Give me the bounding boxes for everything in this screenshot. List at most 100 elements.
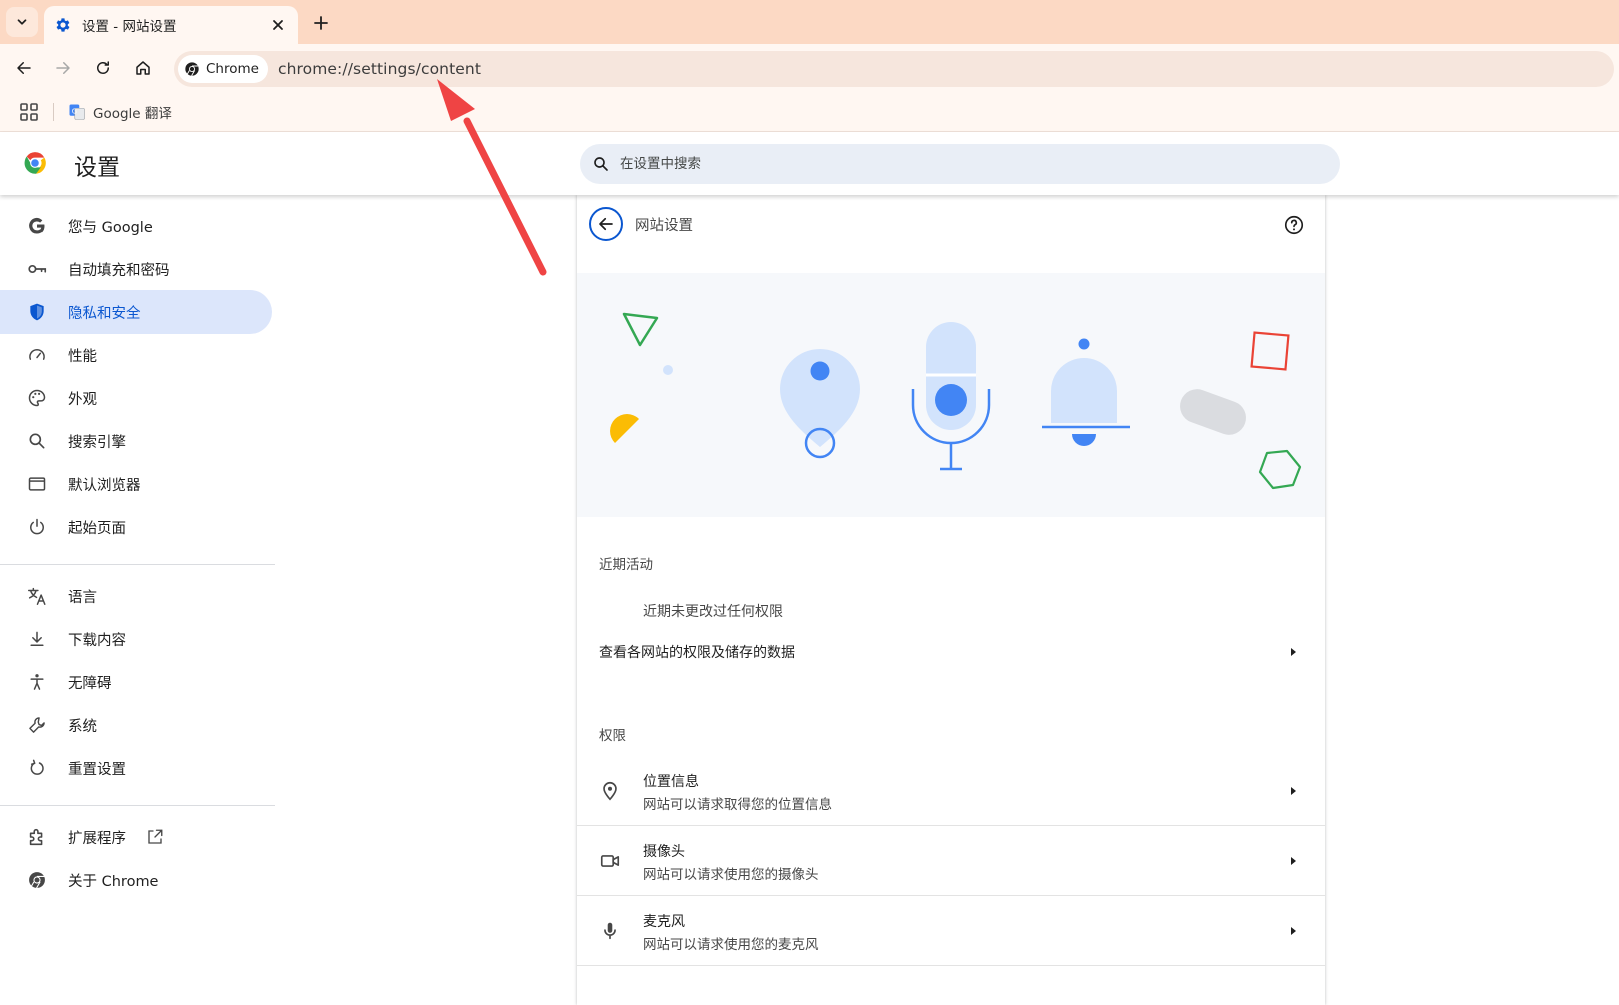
sidebar-item-label: 默认浏览器: [68, 477, 141, 494]
tab-search-button[interactable]: [6, 7, 38, 37]
accessibility-icon: [26, 671, 48, 693]
sidebar-item-languages[interactable]: 语言: [0, 574, 272, 618]
search-icon: [26, 430, 48, 452]
settings-search[interactable]: [580, 144, 1340, 184]
translate-icon: [26, 585, 48, 607]
tab-close-button[interactable]: [268, 15, 288, 35]
google-translate-icon: G: [69, 104, 85, 120]
apps-button[interactable]: [18, 101, 40, 123]
sidebar-item-label: 关于 Chrome: [68, 873, 159, 890]
arrow-right-icon: [56, 62, 70, 74]
site-settings-card: 网站设置 近期活动 近期未更改过任何权限 查看各网站的权限及储存的数据 权限 位…: [577, 195, 1325, 1005]
microphone-illustration: [911, 322, 991, 471]
sidebar-item-label: 系统: [68, 718, 97, 735]
site-chip-label: Chrome: [206, 61, 259, 77]
sidebar-item-label: 扩展程序: [68, 830, 126, 847]
view-all-site-data-link[interactable]: 查看各网站的权限及储存的数据: [577, 629, 1325, 675]
help-button[interactable]: [1283, 214, 1305, 236]
sidebar-item-privacy[interactable]: 隐私和安全: [0, 290, 272, 334]
reload-button[interactable]: [89, 54, 117, 82]
address-bar[interactable]: Chrome chrome://settings/content: [174, 51, 1614, 87]
triangle-right-icon: [1291, 648, 1296, 656]
permission-row-camera[interactable]: 摄像头 网站可以请求使用您的摄像头: [577, 826, 1325, 896]
sidebar-item-label: 语言: [68, 589, 97, 606]
permission-title: 摄像头: [643, 844, 685, 860]
sidebar-item-label: 隐私和安全: [68, 305, 141, 322]
reset-icon: [26, 757, 48, 779]
bookmarks-separator: [53, 103, 54, 121]
settings-sidebar: 您与 Google 自动填充和密码 隐私和安全 性能 外观 搜索引擎 默认浏览器…: [0, 195, 275, 1005]
apps-grid-icon: [20, 103, 38, 121]
sidebar-item-autofill[interactable]: 自动填充和密码: [0, 247, 272, 291]
bookmark-label: Google 翻译: [93, 106, 172, 122]
chrome-logo-icon: [26, 869, 48, 891]
sidebar-item-label: 自动填充和密码: [68, 262, 170, 279]
sidebar-item-label: 无障碍: [68, 675, 112, 692]
sidebar-divider: [0, 564, 275, 565]
google-g-icon: [26, 215, 48, 237]
sidebar-item-label: 重置设置: [68, 761, 126, 778]
gear-icon: [56, 18, 70, 32]
sidebar-divider: [0, 805, 275, 806]
reload-icon: [97, 61, 109, 74]
permission-title: 麦克风: [643, 914, 685, 930]
permission-subtitle: 网站可以请求使用您的摄像头: [643, 867, 819, 883]
home-button[interactable]: [129, 54, 157, 82]
sidebar-item-label: 下载内容: [68, 632, 126, 649]
forward-button[interactable]: [49, 54, 77, 82]
sidebar-item-default-browser[interactable]: 默认浏览器: [0, 462, 272, 506]
new-tab-button[interactable]: [308, 10, 334, 36]
sidebar-item-search-engine[interactable]: 搜索引擎: [0, 419, 272, 463]
sidebar-item-system[interactable]: 系统: [0, 703, 272, 747]
back-arrow-button[interactable]: [589, 207, 623, 241]
sidebar-item-about-chrome[interactable]: 关于 Chrome: [0, 858, 272, 902]
location-pin-illustration: [780, 349, 860, 459]
section-title: 网站设置: [635, 218, 693, 234]
sidebar-item-label: 性能: [68, 348, 97, 365]
chrome-logo-icon: [185, 62, 199, 76]
power-icon: [26, 516, 48, 538]
arrow-left-icon: [17, 62, 31, 74]
hexagon-shape: [1258, 449, 1302, 490]
dot-shape: [663, 365, 673, 375]
sidebar-item-on-startup[interactable]: 起始页面: [0, 505, 272, 549]
pill-shape: [1180, 389, 1246, 435]
sidebar-item-appearance[interactable]: 外观: [0, 376, 272, 420]
sidebar-item-downloads[interactable]: 下载内容: [0, 617, 272, 661]
link-label: 查看各网站的权限及储存的数据: [599, 645, 795, 661]
camera-icon: [600, 855, 620, 867]
active-tab[interactable]: 设置 - 网站设置: [44, 6, 298, 44]
triangle-right-icon: [1291, 856, 1296, 865]
permission-subtitle: 网站可以请求使用您的麦克风: [643, 937, 819, 953]
triangle-right-icon: [1291, 926, 1296, 935]
sidebar-item-accessibility[interactable]: 无障碍: [0, 660, 272, 704]
sidebar-item-performance[interactable]: 性能: [0, 333, 272, 377]
plus-icon: [314, 16, 328, 30]
search-input[interactable]: [620, 156, 1220, 172]
sidebar-item-extensions[interactable]: 扩展程序: [0, 815, 272, 859]
settings-header: 设置: [0, 132, 1619, 195]
tab-strip: 设置 - 网站设置: [0, 0, 1619, 44]
recent-activity-heading: 近期活动: [599, 557, 653, 573]
site-info-chip[interactable]: Chrome: [178, 55, 268, 83]
chrome-logo: [22, 150, 48, 176]
palette-icon: [26, 387, 48, 409]
sidebar-item-label: 外观: [68, 391, 97, 408]
chrome-logo-icon: [24, 152, 46, 174]
permission-row-microphone[interactable]: 麦克风 网站可以请求使用您的麦克风: [577, 896, 1325, 966]
svg-text:G: G: [72, 108, 77, 116]
half-circle-shape: [610, 414, 639, 443]
site-settings-illustration: [577, 273, 1325, 517]
permission-title: 位置信息: [643, 774, 699, 790]
tab-title: 设置 - 网站设置: [82, 19, 177, 35]
triangle-right-icon: [1291, 786, 1296, 795]
sidebar-item-you-and-google[interactable]: 您与 Google: [0, 204, 272, 248]
sidebar-item-reset[interactable]: 重置设置: [0, 746, 272, 790]
sidebar-item-label: 搜索引擎: [68, 434, 126, 451]
permission-row-location[interactable]: 位置信息 网站可以请求取得您的位置信息: [577, 756, 1325, 826]
bookmark-google-translate[interactable]: G Google 翻译: [68, 100, 172, 124]
triangle-shape: [622, 312, 659, 347]
back-button[interactable]: [10, 54, 38, 82]
browser-toolbar: Chrome chrome://settings/content: [0, 44, 1619, 92]
shield-icon: [26, 301, 48, 323]
